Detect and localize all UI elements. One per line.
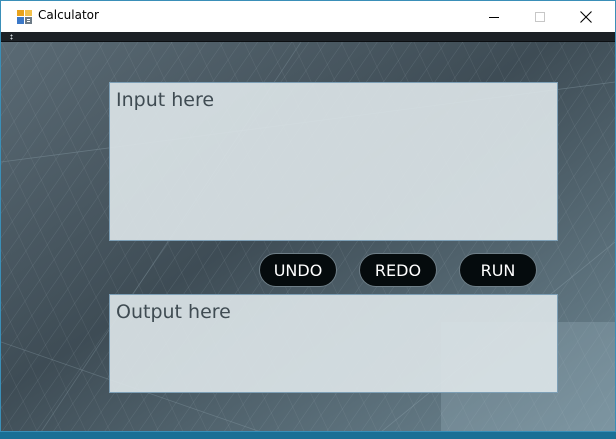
client-area: UNDO REDO RUN: [1, 42, 615, 431]
close-button[interactable]: [563, 1, 609, 32]
output-textarea[interactable]: [109, 294, 558, 393]
calculator-app-icon: [17, 9, 33, 25]
minimize-icon: [489, 16, 499, 18]
app-window: Calculator Input here UNDO REDO RUN Outp…: [0, 0, 616, 432]
desktop-taskbar-edge: [0, 432, 616, 439]
redo-button[interactable]: REDO: [359, 253, 437, 287]
menu-strip: [1, 32, 615, 42]
title-bar[interactable]: Calculator: [1, 1, 615, 32]
run-button[interactable]: RUN: [459, 253, 537, 287]
maximize-icon: [535, 11, 545, 22]
close-icon: [580, 10, 592, 23]
undo-button[interactable]: UNDO: [259, 253, 337, 287]
menu-grip-icon[interactable]: [10, 34, 13, 40]
minimize-button[interactable]: [471, 1, 517, 32]
input-textarea[interactable]: [109, 82, 558, 241]
window-title: Calculator: [38, 8, 99, 22]
maximize-button[interactable]: [517, 1, 563, 32]
